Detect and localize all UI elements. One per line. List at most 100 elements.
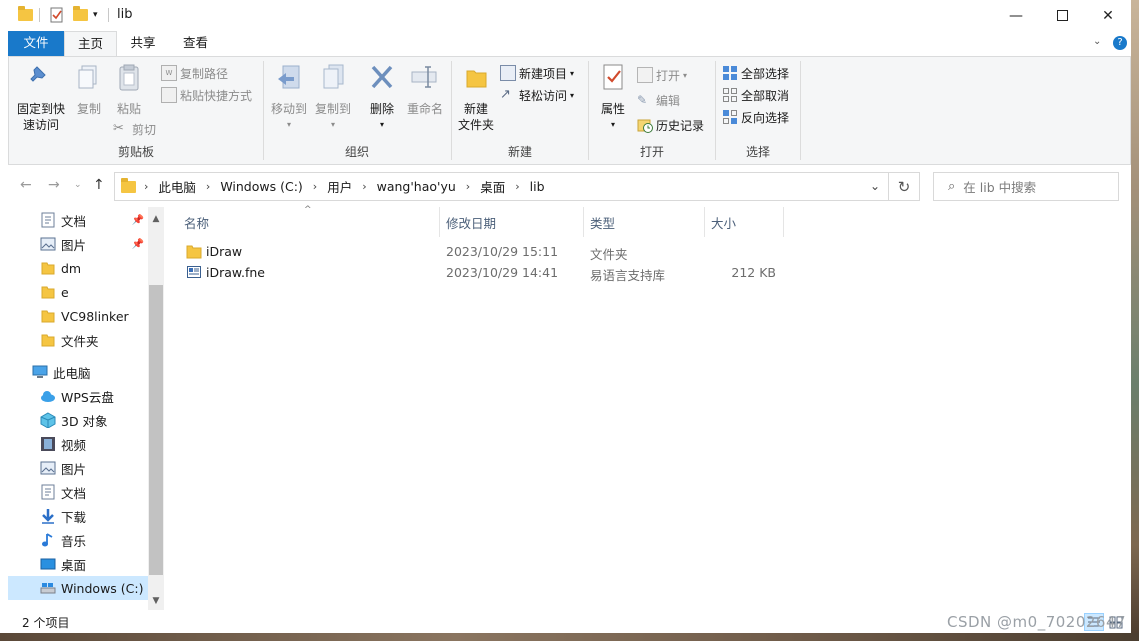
arrow-right-icon: →	[48, 177, 60, 193]
address-row: ← → ⌄ ↑ › 此电脑 › Windows (C:) › 用户 › wang…	[0, 165, 1131, 207]
up-button[interactable]: ↑	[93, 177, 105, 193]
copy-to-button[interactable]: 复制到 ▾	[312, 63, 354, 133]
new-folder-button[interactable]: 新建 文件夹	[454, 63, 498, 133]
nav-item-wps-cloud[interactable]: WPS云盘	[8, 384, 148, 408]
paste-shortcut-label: 粘贴快捷方式	[180, 88, 253, 103]
chevron-right-icon: ›	[144, 180, 149, 193]
open-button[interactable]: 打开 ▾	[637, 65, 687, 85]
history-button[interactable]: 历史记录	[637, 115, 704, 135]
forward-button[interactable]: →	[48, 177, 60, 193]
delete-icon	[371, 65, 393, 89]
properties-quick-button[interactable]	[49, 6, 65, 24]
file-type: 文件夹	[590, 247, 628, 262]
select-all-button[interactable]: 全部选择	[722, 63, 789, 83]
nav-item-3d-objects[interactable]: 3D 对象	[8, 408, 148, 432]
chevron-right-icon: ›	[515, 180, 520, 193]
nav-item-windows-c[interactable]: Windows (C:)	[8, 576, 148, 600]
nav-label: 下载	[61, 509, 87, 525]
table-row[interactable]: iDraw 2023/10/29 15:11 文件夹	[180, 241, 790, 262]
cut-button[interactable]: ✂ 剪切	[113, 119, 156, 139]
new-folder-quick-button[interactable]	[73, 6, 88, 24]
nav-label: 此电脑	[53, 365, 91, 381]
item-count: 2 个项目	[22, 616, 70, 630]
rename-button[interactable]: 重命名	[404, 63, 446, 117]
address-bar[interactable]: › 此电脑 › Windows (C:) › 用户 › wang'hao'yu …	[114, 172, 889, 201]
tab-home[interactable]: 主页	[64, 31, 117, 56]
chevron-up-icon: ▲	[152, 214, 160, 224]
invert-selection-button[interactable]: 反向选择	[722, 107, 789, 127]
recent-locations-button[interactable]: ⌄	[74, 180, 82, 190]
nav-scroll-thumb[interactable]	[149, 285, 163, 575]
customize-toolbar-button[interactable]: ▾	[93, 6, 98, 24]
copy-path-button[interactable]: W 复制路径	[161, 63, 228, 83]
table-row[interactable]: iDraw.fne 2023/10/29 14:41 易语言支持库 212 KB	[180, 262, 790, 283]
breadcrumb-desktop[interactable]: 桌面	[480, 177, 505, 196]
new-item-button[interactable]: 新建项目 ▾	[500, 63, 574, 83]
nav-label: WPS云盘	[61, 389, 114, 405]
tab-share[interactable]: 共享	[117, 31, 169, 56]
breadcrumb-lib[interactable]: lib	[530, 179, 545, 194]
nav-item-videos[interactable]: 视频	[8, 432, 148, 456]
nav-item-vc98linker[interactable]: VC98linker	[8, 304, 148, 328]
minimize-button[interactable]: —	[993, 0, 1039, 31]
file-modified: 2023/10/29 15:11	[446, 244, 559, 259]
tab-view[interactable]: 查看	[169, 31, 222, 56]
rename-label: 重命名	[406, 102, 443, 116]
nav-item-documents[interactable]: 文档	[8, 480, 148, 504]
title-bar: ▾ lib — ✕	[0, 0, 1131, 31]
nav-item-pictures[interactable]: 图片	[8, 456, 148, 480]
move-to-icon	[278, 65, 300, 89]
chevron-down-icon: ▾	[570, 68, 575, 78]
clipboard-group: 固定到快 速访问 复制 粘贴 W 复制路径 粘贴快捷方式 ✂ 剪切 剪贴板	[9, 57, 263, 164]
nav-item-pictures-quick[interactable]: 图片 📌	[8, 232, 148, 256]
copy-button[interactable]: 复制	[71, 63, 107, 117]
breadcrumb-this-pc[interactable]: 此电脑	[158, 177, 196, 196]
maximize-button[interactable]	[1039, 0, 1085, 31]
search-input[interactable]: ⌕ 在 lib 中搜索	[933, 172, 1119, 201]
scroll-down-button[interactable]: ▼	[148, 593, 164, 609]
nav-item-downloads[interactable]: 下载	[8, 504, 148, 528]
pin-icon[interactable]: 📌	[132, 239, 144, 250]
nav-item-documents-quick[interactable]: 文档 📌	[8, 208, 148, 232]
video-icon	[41, 437, 55, 451]
pin-to-quick-access-button[interactable]: 固定到快 速访问	[13, 63, 69, 133]
nav-item-this-pc[interactable]: 此电脑	[8, 360, 148, 384]
address-dropdown-button[interactable]: ⌄	[870, 179, 880, 193]
nav-label: 桌面	[61, 557, 87, 573]
tab-file[interactable]: 文件	[8, 31, 64, 56]
column-header-modified[interactable]: 修改日期	[440, 207, 583, 237]
chevron-down-icon: ⌄	[869, 179, 880, 193]
ribbon-tabs: 文件 主页 共享 查看 ⌄ ?	[0, 31, 1131, 56]
select-none-button[interactable]: 全部取消	[722, 85, 789, 105]
refresh-button[interactable]: ↻	[889, 172, 920, 201]
nav-item-music[interactable]: 音乐	[8, 528, 148, 552]
easy-access-button[interactable]: ↗ 轻松访问 ▾	[500, 85, 574, 105]
nav-item-desktop[interactable]: 桌面	[8, 552, 148, 576]
pin-icon[interactable]: 📌	[132, 215, 144, 226]
breadcrumb-user[interactable]: wang'hao'yu	[377, 179, 456, 194]
window-title: lib	[117, 7, 133, 22]
breadcrumb-users[interactable]: 用户	[327, 177, 352, 196]
watermark: CSDN @m0_70202647	[947, 613, 1127, 631]
paste-shortcut-button[interactable]: 粘贴快捷方式	[161, 85, 252, 105]
column-header-name[interactable]: 名称	[178, 207, 440, 237]
nav-item-folder[interactable]: 文件夹	[8, 328, 148, 352]
expand-ribbon-button[interactable]: ⌄	[1093, 36, 1101, 47]
help-button[interactable]: ?	[1113, 36, 1127, 50]
edit-button[interactable]: ✎ 编辑	[637, 90, 680, 110]
column-header-size[interactable]: 大小	[705, 207, 783, 237]
scroll-up-button[interactable]: ▲	[148, 211, 164, 227]
breadcrumb-drive[interactable]: Windows (C:)	[220, 179, 302, 194]
nav-item-dm[interactable]: dm	[8, 256, 148, 280]
nav-label: 视频	[61, 437, 87, 453]
column-header-type[interactable]: 类型	[584, 207, 704, 237]
move-to-button[interactable]: 移动到 ▾	[268, 63, 310, 133]
close-button[interactable]: ✕	[1085, 0, 1131, 31]
nav-item-e[interactable]: e	[8, 280, 148, 304]
download-icon	[42, 509, 54, 524]
folder-icon	[73, 6, 88, 21]
paste-button[interactable]: 粘贴	[109, 63, 149, 117]
delete-button[interactable]: 删除 ▾	[362, 63, 402, 133]
properties-button[interactable]: 属性 ▾	[593, 63, 633, 133]
back-button[interactable]: ←	[20, 177, 32, 193]
